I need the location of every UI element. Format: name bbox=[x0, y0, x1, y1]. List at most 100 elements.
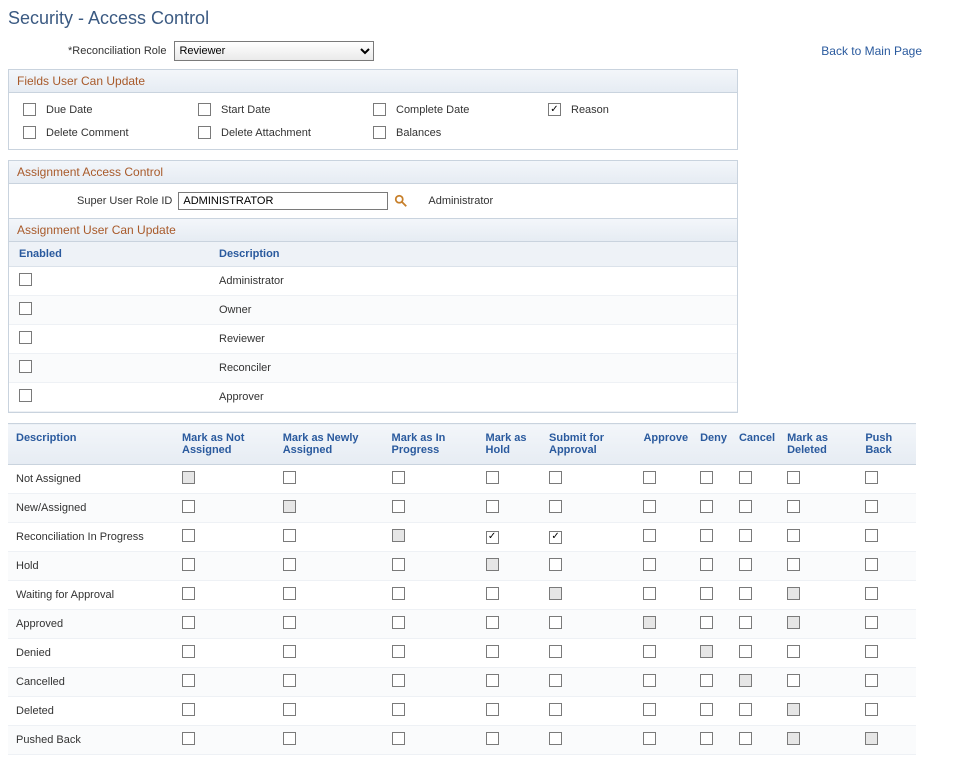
status-cb-7-1[interactable] bbox=[283, 674, 296, 687]
status-cb-5-3[interactable] bbox=[486, 616, 499, 629]
status-cb-1-3[interactable] bbox=[486, 500, 499, 513]
status-cb-6-1[interactable] bbox=[283, 645, 296, 658]
status-cb-5-0[interactable] bbox=[182, 616, 195, 629]
lookup-icon[interactable] bbox=[394, 194, 408, 208]
status-cb-6-3[interactable] bbox=[486, 645, 499, 658]
status-cb-5-4[interactable] bbox=[549, 616, 562, 629]
status-cb-6-9[interactable] bbox=[865, 645, 878, 658]
field-checkbox-6[interactable] bbox=[373, 126, 386, 139]
field-checkbox-4[interactable] bbox=[23, 126, 36, 139]
status-cb-9-2[interactable] bbox=[392, 732, 405, 745]
status-cb-0-1[interactable] bbox=[283, 471, 296, 484]
status-cb-9-4[interactable] bbox=[549, 732, 562, 745]
field-checkbox-1[interactable] bbox=[198, 103, 211, 116]
status-cb-9-3[interactable] bbox=[486, 732, 499, 745]
status-cb-8-2[interactable] bbox=[392, 703, 405, 716]
status-cb-8-6[interactable] bbox=[700, 703, 713, 716]
status-cb-3-8[interactable] bbox=[787, 558, 800, 571]
status-cb-6-4[interactable] bbox=[549, 645, 562, 658]
status-cb-7-3[interactable] bbox=[486, 674, 499, 687]
status-cb-7-5[interactable] bbox=[643, 674, 656, 687]
status-cb-0-3[interactable] bbox=[486, 471, 499, 484]
assign-enabled-2[interactable] bbox=[19, 331, 32, 344]
status-cb-4-9[interactable] bbox=[865, 587, 878, 600]
field-checkbox-3[interactable] bbox=[548, 103, 561, 116]
status-cb-9-0[interactable] bbox=[182, 732, 195, 745]
status-cb-9-7[interactable] bbox=[739, 732, 752, 745]
status-cb-4-6[interactable] bbox=[700, 587, 713, 600]
status-cb-7-9[interactable] bbox=[865, 674, 878, 687]
status-cb-3-9[interactable] bbox=[865, 558, 878, 571]
status-cb-3-7[interactable] bbox=[739, 558, 752, 571]
status-cb-1-9[interactable] bbox=[865, 500, 878, 513]
status-cb-0-2[interactable] bbox=[392, 471, 405, 484]
back-to-main-link[interactable]: Back to Main Page bbox=[821, 44, 922, 58]
status-cb-2-4[interactable] bbox=[549, 531, 562, 544]
status-cb-5-1[interactable] bbox=[283, 616, 296, 629]
status-cb-3-0[interactable] bbox=[182, 558, 195, 571]
status-cb-1-4[interactable] bbox=[549, 500, 562, 513]
status-cb-0-8[interactable] bbox=[787, 471, 800, 484]
status-cb-4-5[interactable] bbox=[643, 587, 656, 600]
status-cb-5-2[interactable] bbox=[392, 616, 405, 629]
status-cb-8-4[interactable] bbox=[549, 703, 562, 716]
status-cb-0-4[interactable] bbox=[549, 471, 562, 484]
super-user-input[interactable] bbox=[178, 192, 388, 210]
field-checkbox-5[interactable] bbox=[198, 126, 211, 139]
status-cb-0-7[interactable] bbox=[739, 471, 752, 484]
status-cb-8-3[interactable] bbox=[486, 703, 499, 716]
status-cb-8-5[interactable] bbox=[643, 703, 656, 716]
status-cb-7-8[interactable] bbox=[787, 674, 800, 687]
status-cb-5-9[interactable] bbox=[865, 616, 878, 629]
status-cb-6-5[interactable] bbox=[643, 645, 656, 658]
status-cb-2-5[interactable] bbox=[643, 529, 656, 542]
status-cb-7-2[interactable] bbox=[392, 674, 405, 687]
status-cb-4-0[interactable] bbox=[182, 587, 195, 600]
status-cb-7-6[interactable] bbox=[700, 674, 713, 687]
status-cb-8-7[interactable] bbox=[739, 703, 752, 716]
status-cb-5-6[interactable] bbox=[700, 616, 713, 629]
status-cb-6-7[interactable] bbox=[739, 645, 752, 658]
status-cb-9-5[interactable] bbox=[643, 732, 656, 745]
assign-enabled-1[interactable] bbox=[19, 302, 32, 315]
status-cb-9-6[interactable] bbox=[700, 732, 713, 745]
status-cb-5-7[interactable] bbox=[739, 616, 752, 629]
status-cb-3-1[interactable] bbox=[283, 558, 296, 571]
reconciliation-role-select[interactable]: Reviewer bbox=[174, 41, 374, 61]
status-cb-2-6[interactable] bbox=[700, 529, 713, 542]
status-cb-1-2[interactable] bbox=[392, 500, 405, 513]
status-cb-8-9[interactable] bbox=[865, 703, 878, 716]
status-cb-3-5[interactable] bbox=[643, 558, 656, 571]
status-cb-4-1[interactable] bbox=[283, 587, 296, 600]
status-cb-2-0[interactable] bbox=[182, 529, 195, 542]
status-cb-2-1[interactable] bbox=[283, 529, 296, 542]
status-cb-1-8[interactable] bbox=[787, 500, 800, 513]
status-cb-3-2[interactable] bbox=[392, 558, 405, 571]
status-cb-1-5[interactable] bbox=[643, 500, 656, 513]
status-cb-1-6[interactable] bbox=[700, 500, 713, 513]
status-cb-0-9[interactable] bbox=[865, 471, 878, 484]
status-cb-1-7[interactable] bbox=[739, 500, 752, 513]
status-cb-4-3[interactable] bbox=[486, 587, 499, 600]
status-cb-0-6[interactable] bbox=[700, 471, 713, 484]
status-cb-1-0[interactable] bbox=[182, 500, 195, 513]
field-checkbox-0[interactable] bbox=[23, 103, 36, 116]
status-cb-6-0[interactable] bbox=[182, 645, 195, 658]
status-cb-4-7[interactable] bbox=[739, 587, 752, 600]
status-cb-0-5[interactable] bbox=[643, 471, 656, 484]
status-cb-7-4[interactable] bbox=[549, 674, 562, 687]
status-cb-6-8[interactable] bbox=[787, 645, 800, 658]
status-cb-8-0[interactable] bbox=[182, 703, 195, 716]
status-cb-4-2[interactable] bbox=[392, 587, 405, 600]
status-cb-2-7[interactable] bbox=[739, 529, 752, 542]
status-cb-9-1[interactable] bbox=[283, 732, 296, 745]
status-cb-2-8[interactable] bbox=[787, 529, 800, 542]
status-cb-8-1[interactable] bbox=[283, 703, 296, 716]
status-cb-3-4[interactable] bbox=[549, 558, 562, 571]
status-cb-3-6[interactable] bbox=[700, 558, 713, 571]
field-checkbox-2[interactable] bbox=[373, 103, 386, 116]
status-cb-7-0[interactable] bbox=[182, 674, 195, 687]
assign-enabled-3[interactable] bbox=[19, 360, 32, 373]
assign-enabled-0[interactable] bbox=[19, 273, 32, 286]
status-cb-2-3[interactable] bbox=[486, 531, 499, 544]
